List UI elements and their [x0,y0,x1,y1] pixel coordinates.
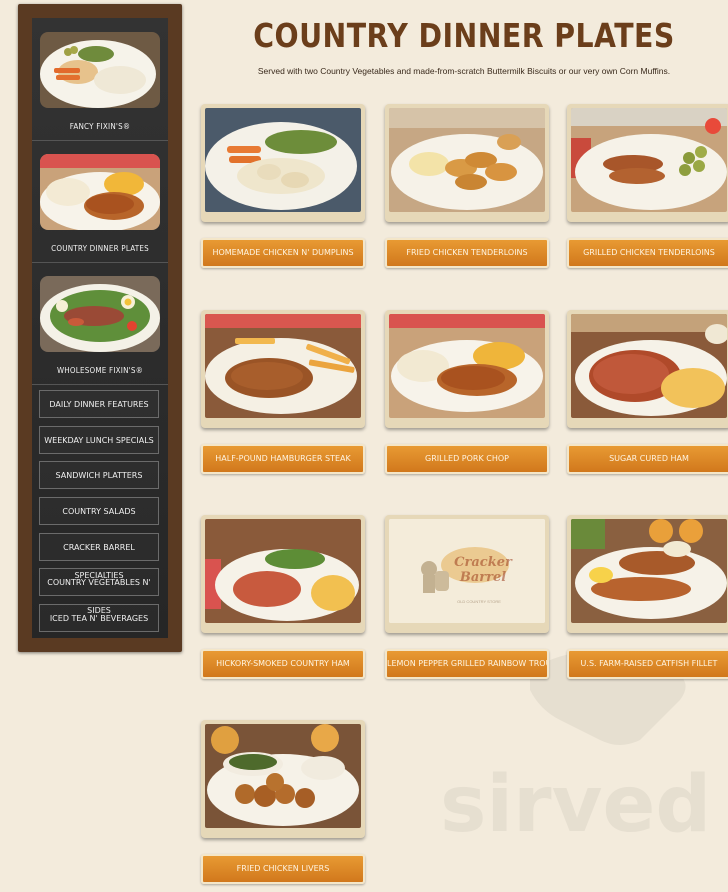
wholesome-fixins-photo[interactable] [40,276,160,352]
chalkboard-panel: FANCY FIXIN'S® COUNTRY DINNER PLATES WHO… [32,18,168,638]
sidebar-menu: FANCY FIXIN'S® COUNTRY DINNER PLATES WHO… [18,4,182,652]
nav-sandwich-platters[interactable]: SANDWICH PLATTERS [39,461,159,489]
grilled-pork-chop-photo[interactable] [389,314,545,418]
dish-photo-frame[interactable] [201,104,365,222]
fried-chicken-tenderloins-photo[interactable] [389,108,545,212]
chicken-dumplins-photo[interactable] [205,108,361,212]
dish-button-grilled-chicken-tenderloins[interactable]: GRILLED CHICKEN TENDERLOINS [567,238,728,268]
page-subtitle: Served with two Country Vegetables and m… [257,66,671,76]
cracker-barrel-tagline: OLD COUNTRY STORE [457,599,501,604]
dish-photo-frame[interactable] [201,310,365,428]
dish-button-chicken-dumplins[interactable]: HOMEMADE CHICKEN N' DUMPLINS [201,238,365,268]
dish-button-country-ham[interactable]: HICKORY-SMOKED COUNTRY HAM [201,649,365,679]
nav-country-vegetables-sides[interactable]: COUNTRY VEGETABLES N' SIDES [39,568,159,615]
catfish-fillet-photo[interactable] [571,519,727,623]
hamburger-steak-photo[interactable] [205,314,361,418]
dish-photo-frame[interactable] [567,515,728,633]
nav-cracker-barrel-specialties[interactable]: CRACKER BARREL SPECIALTIES [39,533,159,580]
dish-button-fried-chicken-tenderloins[interactable]: FRIED CHICKEN TENDERLOINS [385,238,549,268]
fancy-fixins-photo[interactable] [40,32,160,108]
dish-button-catfish-fillet[interactable]: U.S. FARM-RAISED CATFISH FILLET [567,649,728,679]
watermark-text: sirved [440,760,712,850]
sidebar-feature-label[interactable]: WHOLESOME FIXIN'S® [32,366,168,375]
sidebar-feature-wholesome-fixins[interactable]: WHOLESOME FIXIN'S® [32,264,168,384]
sidebar-feature-label[interactable]: COUNTRY DINNER PLATES [32,244,168,253]
cracker-barrel-placeholder-photo[interactable]: Cracker Barrel OLD COUNTRY STORE [389,519,545,623]
country-dinner-plates-photo[interactable] [40,154,160,230]
cracker-barrel-logo: Cracker Barrel [454,555,512,585]
nav-daily-dinner-features[interactable]: DAILY DINNER FEATURES [39,390,159,418]
nav-country-salads[interactable]: COUNTRY SALADS [39,497,159,525]
divider [32,140,168,141]
dish-photo-frame[interactable] [201,515,365,633]
grilled-chicken-tenderloins-photo[interactable] [571,108,727,212]
sidebar-feature-country-dinner-plates[interactable]: COUNTRY DINNER PLATES [32,142,168,262]
dish-photo-frame[interactable] [385,104,549,222]
divider [32,262,168,263]
fried-chicken-livers-photo[interactable] [205,724,361,828]
dish-button-fried-chicken-livers[interactable]: FRIED CHICKEN LIVERS [201,854,365,884]
nav-weekday-lunch-specials[interactable]: WEEKDAY LUNCH SPECIALS [39,426,159,454]
dish-button-rainbow-trout[interactable]: LEMON PEPPER GRILLED RAINBOW TROUT [385,649,549,679]
sidebar-feature-label[interactable]: FANCY FIXIN'S® [32,122,168,131]
nav-iced-tea-beverages[interactable]: ICED TEA N' BEVERAGES [39,604,159,632]
dish-photo-frame[interactable]: Cracker Barrel OLD COUNTRY STORE [385,515,549,633]
dish-button-sugar-cured-ham[interactable]: SUGAR CURED HAM [567,444,728,474]
dish-photo-frame[interactable] [201,720,365,838]
sidebar-feature-fancy-fixins[interactable]: FANCY FIXIN'S® [32,18,168,138]
country-ham-photo[interactable] [205,519,361,623]
dish-button-hamburger-steak[interactable]: HALF-POUND HAMBURGER STEAK [201,444,365,474]
page-title: COUNTRY DINNER PLATES [253,16,675,55]
dish-button-grilled-pork-chop[interactable]: GRILLED PORK CHOP [385,444,549,474]
dish-photo-frame[interactable] [567,310,728,428]
dish-photo-frame[interactable] [567,104,728,222]
divider [32,384,168,385]
sugar-cured-ham-photo[interactable] [571,314,727,418]
dish-photo-frame[interactable] [385,310,549,428]
